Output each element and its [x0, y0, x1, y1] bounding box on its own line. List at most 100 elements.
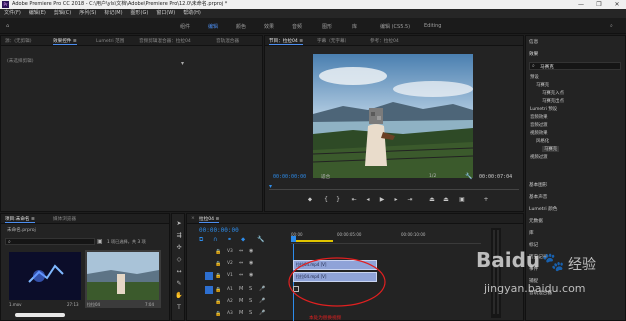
solo-button[interactable]: S [249, 310, 252, 316]
tab-reference[interactable]: 参考：拉拉04 [370, 38, 399, 44]
lock-icon[interactable]: 🔒 [215, 299, 221, 305]
panel-libraries[interactable]: 库 [529, 230, 534, 236]
panel-lumetri-color[interactable]: Lumetri 颜色 [529, 206, 557, 212]
eye-icon[interactable]: ◉ [249, 248, 253, 254]
slip-tool-icon[interactable]: ↔ [175, 268, 183, 276]
clip-thumbnail-1[interactable] [9, 252, 81, 300]
solo-button[interactable]: S [249, 298, 252, 304]
tree-audio-effects[interactable]: 音频效果 [530, 114, 548, 120]
tab-sequence[interactable]: 拉拉04 ≡ [199, 216, 220, 223]
snap-icon[interactable]: ∩ [213, 236, 217, 243]
close-button[interactable]: ✕ [608, 0, 626, 9]
sync-lock-icon[interactable]: ⇔ [239, 272, 243, 278]
hand-tool-icon[interactable]: ✋ [175, 292, 183, 300]
tree-video-effects[interactable]: 视频效果 [530, 130, 548, 136]
track-label-a2[interactable]: A2 [227, 299, 233, 304]
mark-in-icon[interactable]: { [321, 196, 331, 204]
menu-graphics[interactable]: 图形(G) [127, 9, 153, 18]
tab-lumetri-scopes[interactable]: Lumetri 范围 [96, 38, 124, 44]
selection-tool-icon[interactable]: ➤ [175, 220, 183, 228]
tree-mosaic-in[interactable]: 马赛克入点 [542, 90, 564, 96]
microphone-icon[interactable]: 🎤 [259, 286, 265, 292]
tree-mosaic-effect[interactable]: 马赛克 [542, 146, 560, 152]
solo-button[interactable]: S [249, 286, 252, 292]
tree-lumetri-presets[interactable]: Lumetri 预设 [530, 106, 557, 112]
mark-out-icon[interactable]: } [333, 196, 343, 204]
mute-button[interactable]: M [239, 310, 243, 316]
ripple-edit-tool-icon[interactable]: ✣ [175, 244, 183, 252]
linked-selection-icon[interactable]: ⚭ [227, 236, 232, 243]
info-header[interactable]: 信息 [529, 39, 538, 45]
track-select-tool-icon[interactable]: ⇶ [175, 232, 183, 240]
lock-icon[interactable]: 🔒 [215, 311, 221, 317]
tab-source[interactable]: 源：(无剪辑) [5, 38, 32, 44]
menu-window[interactable]: 窗口(W) [152, 9, 179, 18]
workspace-audio[interactable]: 音频 [292, 23, 302, 30]
playhead-icon[interactable]: ▾ [269, 183, 272, 190]
sync-lock-icon[interactable]: ⇔ [239, 260, 243, 266]
home-icon[interactable]: ⌂ [6, 23, 9, 29]
panel-essential-graphics[interactable]: 基本图形 [529, 182, 547, 188]
close-icon[interactable]: × [191, 216, 195, 221]
add-button-icon[interactable]: + [481, 196, 491, 204]
workspace-libraries[interactable]: 库 [352, 23, 357, 30]
mute-button[interactable]: M [239, 286, 243, 292]
go-to-in-icon[interactable]: ⇤ [349, 196, 359, 204]
program-scrubber[interactable]: ▾ [269, 183, 519, 190]
filter-icon[interactable]: ▾ [181, 60, 184, 67]
project-search-field[interactable]: ⌕ [5, 238, 95, 245]
microphone-icon[interactable]: 🎤 [259, 298, 265, 304]
menu-marker[interactable]: 标记(M) [100, 9, 126, 18]
add-marker-icon[interactable]: ⬥ [241, 236, 245, 244]
tree-stylize[interactable]: 风格化 [536, 138, 549, 144]
tree-mosaic-folder[interactable]: 马赛克 [536, 82, 549, 88]
step-back-icon[interactable]: ◂ [363, 196, 373, 204]
tab-audio-track-mixer[interactable]: 音轨混合器 [216, 38, 239, 44]
microphone-icon[interactable]: 🎤 [259, 310, 265, 316]
menu-help[interactable]: 帮助(H) [179, 9, 205, 18]
pen-tool-icon[interactable]: ✎ [175, 280, 183, 288]
tab-program[interactable]: 节目：拉拉04 ≡ [269, 38, 304, 45]
workspace-graphics[interactable]: 图形 [322, 23, 332, 30]
track-label-a3[interactable]: A3 [227, 311, 233, 316]
panel-essential-sound[interactable]: 基本声音 [529, 194, 547, 200]
minimize-button[interactable]: — [572, 0, 590, 9]
nest-icon[interactable]: ⧉ [199, 236, 203, 244]
type-tool-icon[interactable]: T [175, 304, 183, 312]
tree-presets[interactable]: 预设 [530, 74, 539, 80]
source-patch-v1[interactable] [205, 272, 213, 280]
track-label-v3[interactable]: V3 [227, 249, 233, 254]
search-icon[interactable]: ⌕ [610, 23, 613, 29]
menu-file[interactable]: 文件(F) [0, 9, 25, 18]
program-timecode[interactable]: 00:00:00:00 [273, 174, 306, 180]
source-patch-a1[interactable] [205, 286, 213, 294]
effects-header[interactable]: 效果 [529, 51, 538, 57]
menu-sequence[interactable]: 序列(S) [75, 9, 100, 18]
razor-tool-icon[interactable]: ◇ [175, 256, 183, 264]
timeline-timecode[interactable]: 00:00:00:00 [199, 227, 239, 234]
wrench-icon[interactable]: 🔧 [465, 173, 472, 180]
tab-effect-controls[interactable]: 效果控件 ≡ [53, 38, 77, 45]
go-to-out-icon[interactable]: ⇥ [405, 196, 415, 204]
tab-project[interactable]: 项目:未命名 ≡ [5, 216, 35, 223]
fit-dropdown[interactable]: 适合 [321, 174, 330, 180]
track-label-v1[interactable]: V1 [227, 273, 233, 278]
menu-clip[interactable]: 剪辑(C) [50, 9, 75, 18]
export-frame-icon[interactable]: ▣ [457, 196, 467, 204]
tab-media-browser[interactable]: 媒体浏览器 [53, 216, 76, 222]
tree-audio-transitions[interactable]: 音频过渡 [530, 122, 548, 128]
panel-metadata[interactable]: 元数据 [529, 218, 543, 224]
workspace-effects[interactable]: 效果 [264, 23, 274, 30]
workspace-editing-cs55[interactable]: 编辑 (CS5.5) [380, 23, 410, 30]
add-marker-icon[interactable]: ⬥ [305, 196, 315, 204]
play-icon[interactable]: ▶ [377, 196, 387, 204]
clip-thumbnail-2[interactable] [87, 252, 159, 300]
workspace-editing-en[interactable]: Editing [424, 23, 441, 29]
time-ruler[interactable]: 00:00 00:00:05:00 00:00:10:00 [291, 228, 481, 244]
eye-icon[interactable]: ◉ [249, 260, 253, 266]
lock-icon[interactable]: 🔒 [215, 287, 221, 293]
lock-icon[interactable]: 🔒 [215, 273, 221, 279]
effects-search-field[interactable]: ⌕ 马赛克 [529, 62, 621, 70]
track-label-a1[interactable]: A1 [227, 287, 233, 292]
step-forward-icon[interactable]: ▸ [391, 196, 401, 204]
